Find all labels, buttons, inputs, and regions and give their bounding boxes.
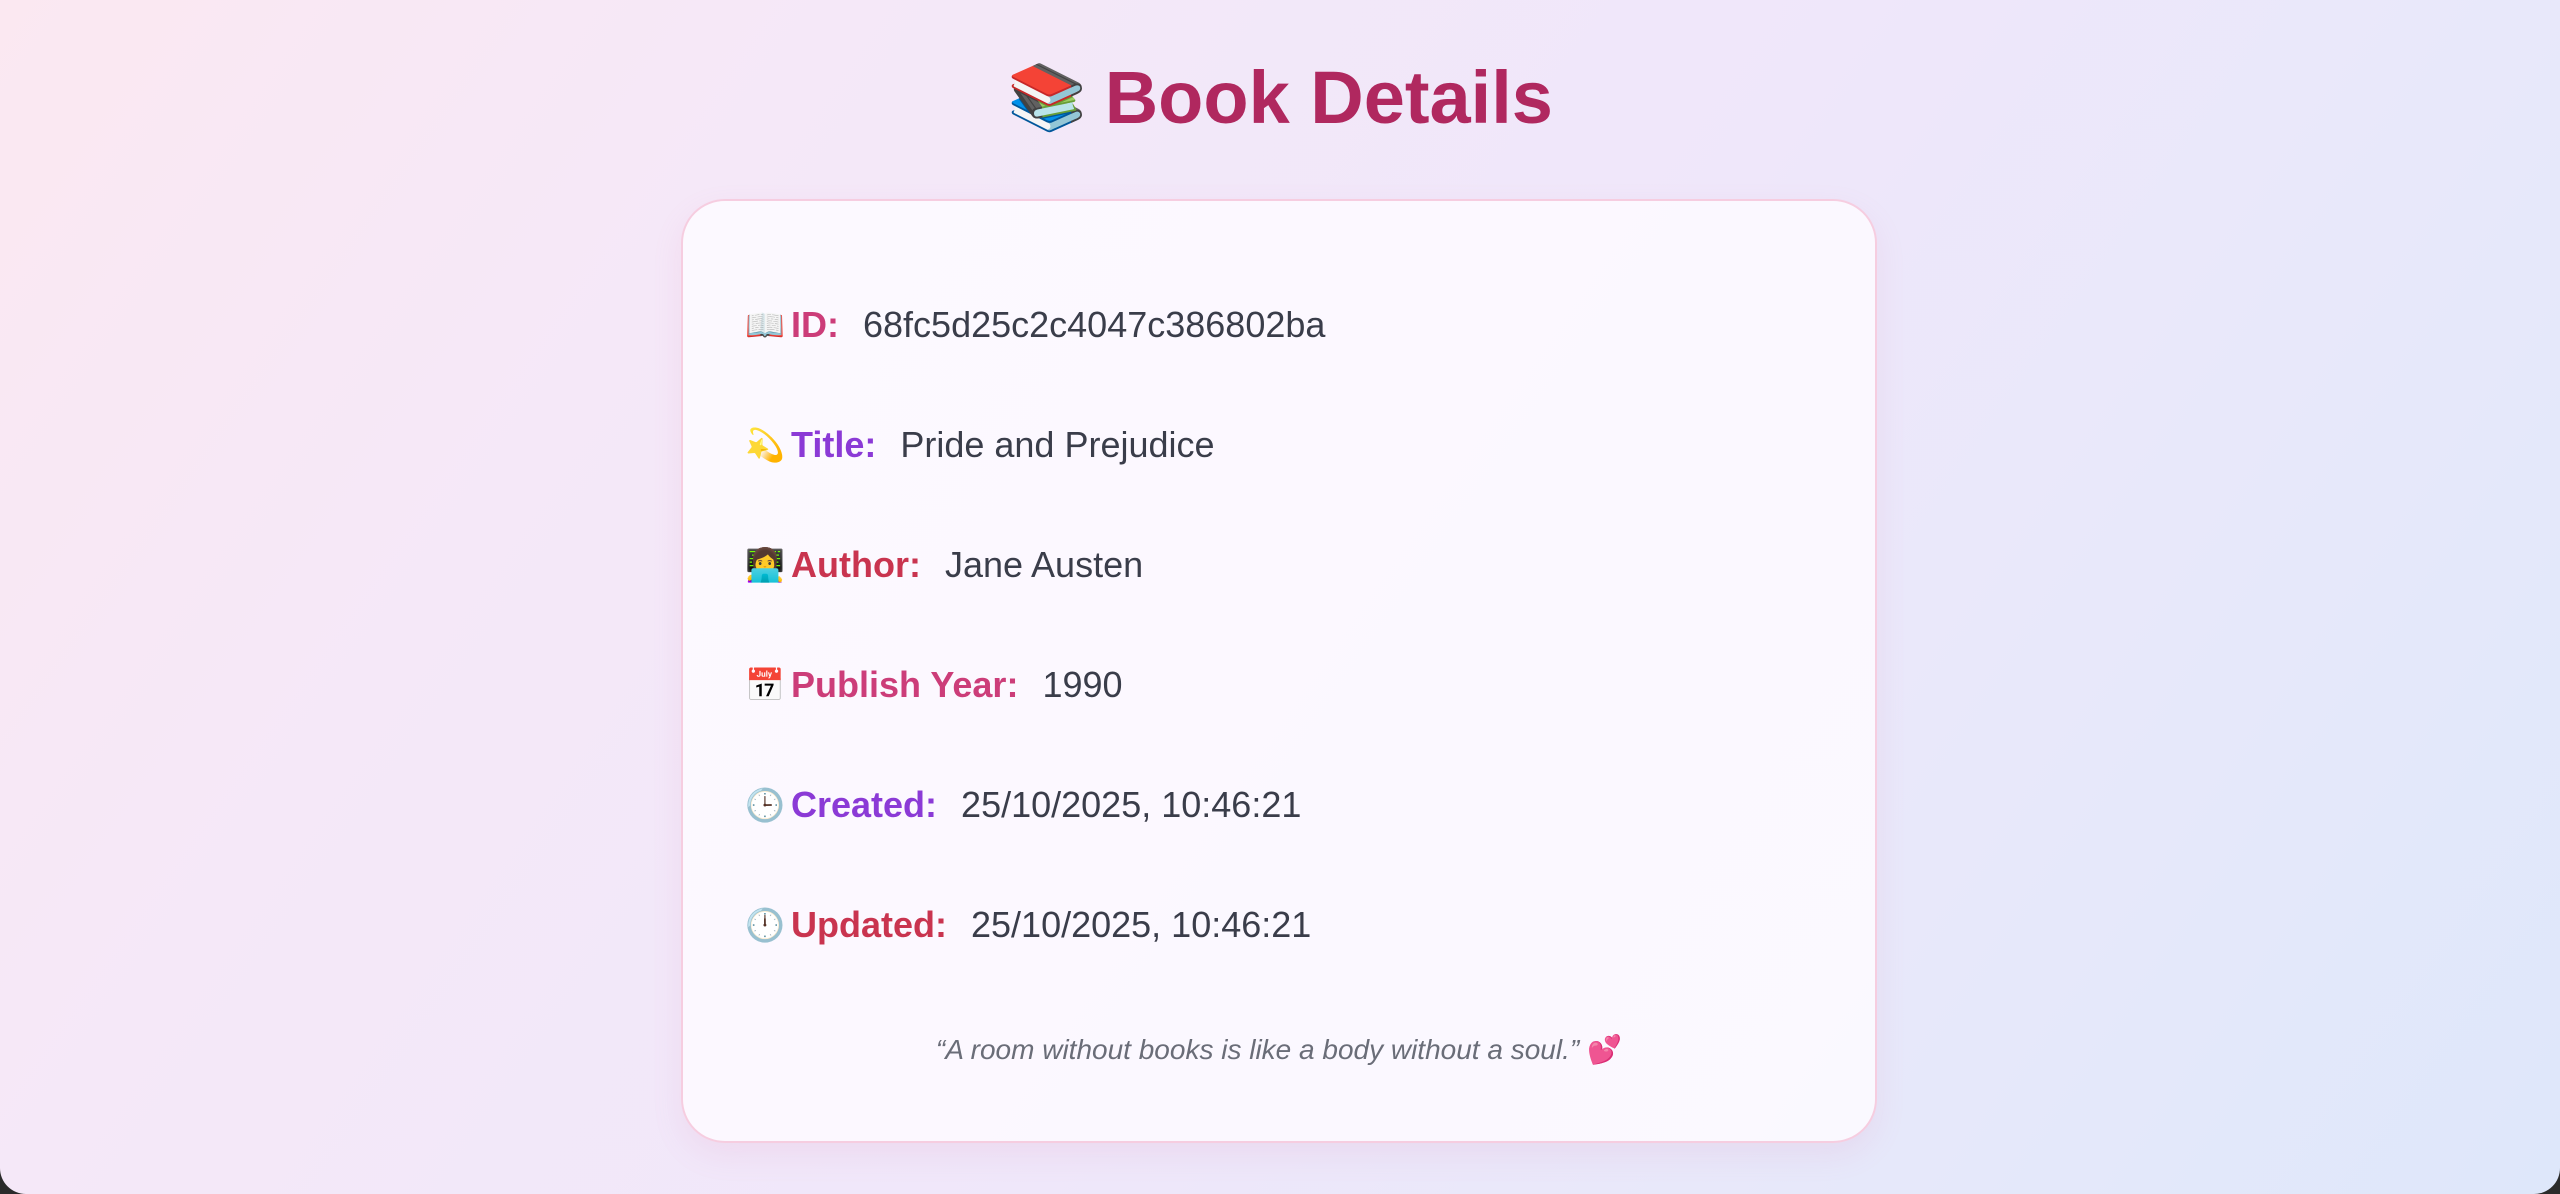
field-updated: 🕛 Updated: 25/10/2025, 10:46:21 [745, 897, 1311, 953]
page-title-text: Book Details [1104, 56, 1553, 139]
field-publish-year-value: 1990 [1042, 664, 1123, 705]
field-id-label: ID: [791, 304, 839, 345]
page: 📚 Book Details 📖 ID: 68fc5d25c2c4047c3868… [0, 0, 2560, 1194]
field-updated-label: Updated: [791, 904, 947, 945]
field-publish-year-label: Publish Year: [791, 664, 1019, 705]
clock-three-icon: 🕒 [745, 787, 785, 823]
two-hearts-icon: 💕 [1587, 1034, 1623, 1065]
field-title-label: Title: [791, 424, 877, 465]
page-title: 📚 Book Details [0, 52, 2560, 143]
book-details-card: 📖 ID: 68fc5d25c2c4047c386802ba 💫 Title: … [681, 199, 1877, 1143]
field-created-value: 25/10/2025, 10:46:21 [961, 784, 1302, 825]
open-book-icon: 📖 [745, 307, 785, 343]
book-quote: “A room without books is like a body wit… [683, 1033, 1875, 1066]
dizzy-star-icon: 💫 [745, 427, 785, 463]
field-title-value: Pride and Prejudice [900, 424, 1215, 465]
field-title: 💫 Title: Pride and Prejudice [745, 417, 1215, 473]
books-icon: 📚 [1007, 61, 1087, 133]
field-publish-year: 📅 Publish Year: 1990 [745, 657, 1123, 713]
book-quote-text: “A room without books is like a body wit… [935, 1034, 1580, 1065]
author-person-icon: 👩‍💻 [745, 547, 785, 583]
field-author-label: Author: [791, 544, 921, 585]
field-author: 👩‍💻 Author: Jane Austen [745, 537, 1143, 593]
field-created: 🕒 Created: 25/10/2025, 10:46:21 [745, 777, 1301, 833]
field-author-value: Jane Austen [944, 544, 1144, 585]
field-id-value: 68fc5d25c2c4047c386802ba [863, 304, 1326, 345]
field-updated-value: 25/10/2025, 10:46:21 [971, 904, 1312, 945]
field-id: 📖 ID: 68fc5d25c2c4047c386802ba [745, 297, 1325, 353]
calendar-icon: 📅 [745, 667, 785, 703]
clock-twelve-icon: 🕛 [745, 907, 785, 943]
field-created-label: Created: [791, 784, 938, 825]
